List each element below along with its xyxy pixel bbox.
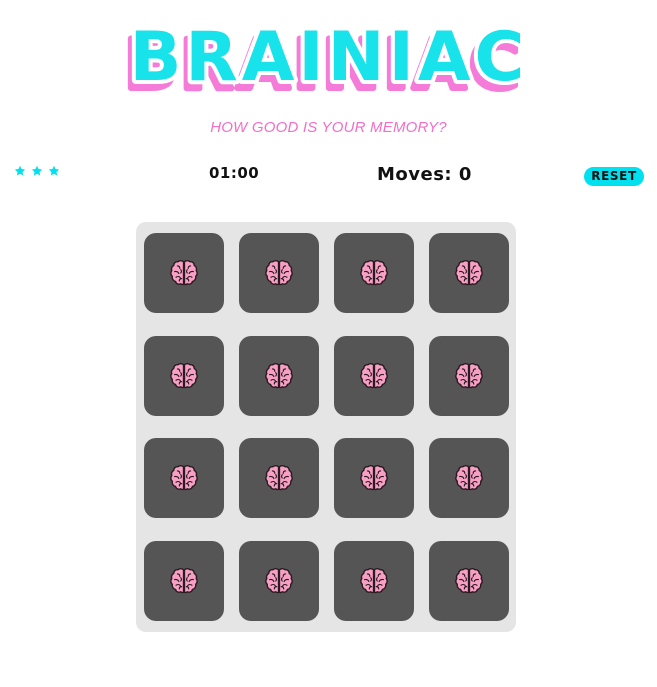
card-4[interactable] (429, 233, 509, 313)
brain-icon (170, 567, 198, 594)
card-1[interactable] (144, 233, 224, 313)
card-deck (136, 222, 516, 632)
star-icon (48, 165, 60, 176)
brain-icon (455, 464, 483, 491)
brain-icon (265, 464, 293, 491)
brain-icon (360, 259, 388, 286)
brain-icon (455, 567, 483, 594)
card-10[interactable] (239, 438, 319, 518)
brain-icon (265, 259, 293, 286)
svg-text:BRAINIAC: BRAINIAC (130, 18, 529, 97)
card-13[interactable] (144, 541, 224, 621)
subtitle: HOW GOOD IS YOUR MEMORY? (210, 119, 447, 136)
brain-icon (170, 362, 198, 389)
brain-icon (170, 464, 198, 491)
card-8[interactable] (429, 336, 509, 416)
card-6[interactable] (239, 336, 319, 416)
card-3[interactable] (334, 233, 414, 313)
card-14[interactable] (239, 541, 319, 621)
brain-icon (265, 567, 293, 594)
card-11[interactable] (334, 438, 414, 518)
moves-counter: Moves: 0 (377, 164, 472, 185)
timer: 01:00 (209, 164, 260, 182)
brain-icon (360, 362, 388, 389)
game-title-logo: BRAINIAC BRAINIAC BRAINIAC (122, 14, 529, 98)
card-5[interactable] (144, 336, 224, 416)
brain-icon (455, 362, 483, 389)
brain-icon (170, 259, 198, 286)
star-rating (14, 160, 60, 182)
card-16[interactable] (429, 541, 509, 621)
brain-icon (265, 362, 293, 389)
brain-icon (360, 464, 388, 491)
card-7[interactable] (334, 336, 414, 416)
star-icon (31, 165, 43, 176)
card-15[interactable] (334, 541, 414, 621)
card-9[interactable] (144, 438, 224, 518)
brain-icon (360, 567, 388, 594)
game-title: BRAINIAC BRAINIAC BRAINIAC (0, 8, 657, 98)
reset-button[interactable]: RESET (584, 167, 644, 186)
brain-icon (455, 259, 483, 286)
card-2[interactable] (239, 233, 319, 313)
card-12[interactable] (429, 438, 509, 518)
star-icon (14, 165, 26, 176)
